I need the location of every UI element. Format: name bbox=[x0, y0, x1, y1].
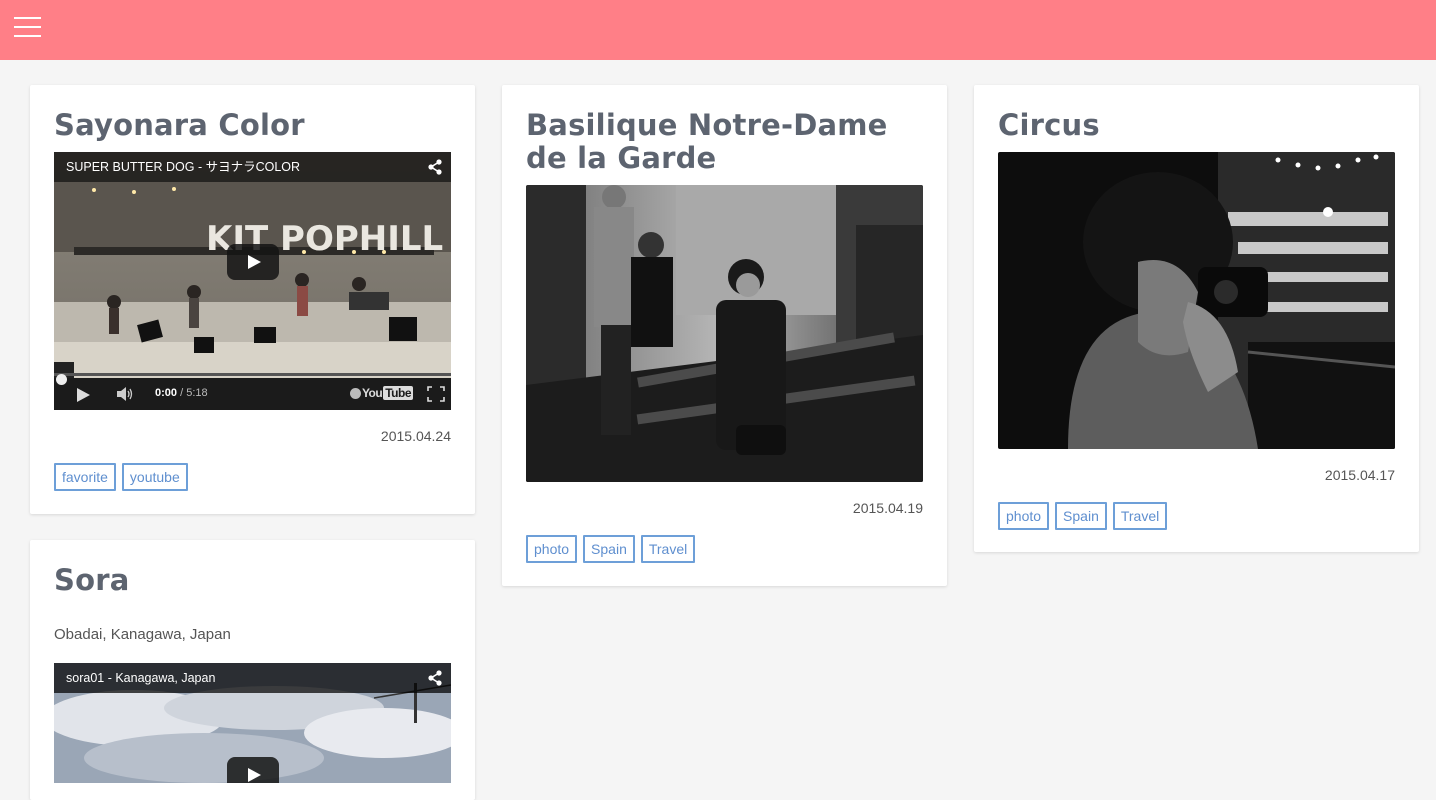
play-icon[interactable] bbox=[77, 388, 90, 402]
post-title[interactable]: Sora bbox=[54, 564, 451, 597]
play-button[interactable] bbox=[227, 244, 279, 280]
tag-spain[interactable]: Spain bbox=[583, 535, 635, 563]
time-display: 0:00 / 5:18 bbox=[155, 387, 208, 399]
tag-list: photo Spain Travel bbox=[526, 535, 923, 563]
post-date: 2015.04.19 bbox=[852, 500, 923, 516]
tag-list: favorite youtube bbox=[54, 463, 451, 491]
video-title[interactable]: SUPER BUTTER DOG - サヨナラCOLOR bbox=[54, 152, 451, 182]
video-player[interactable]: sora01 - Kanagawa, Japan bbox=[54, 663, 451, 783]
share-icon[interactable] bbox=[427, 159, 443, 175]
share-icon[interactable] bbox=[427, 670, 443, 686]
youtube-logo-icon[interactable]: You Tube bbox=[362, 386, 413, 400]
watch-later-icon[interactable] bbox=[350, 388, 361, 399]
hamburger-menu-icon[interactable] bbox=[14, 16, 42, 40]
tag-spain[interactable]: Spain bbox=[1055, 502, 1107, 530]
play-button[interactable] bbox=[227, 757, 279, 783]
post-date: 2015.04.17 bbox=[1324, 467, 1395, 483]
video-controls: 0:00 / 5:18 You Tube bbox=[54, 373, 451, 410]
tag-travel[interactable]: Travel bbox=[1112, 502, 1168, 530]
tag-travel[interactable]: Travel bbox=[640, 535, 696, 563]
video-player[interactable]: KIT POPHILL 200 SUPER BUTTER DOG - サヨナラC… bbox=[54, 152, 451, 410]
volume-icon[interactable] bbox=[116, 386, 134, 402]
post-title[interactable]: Circus bbox=[998, 109, 1395, 142]
post-title[interactable]: Basilique Notre-Dame de la Garde bbox=[526, 109, 923, 175]
tag-favorite[interactable]: favorite bbox=[54, 463, 116, 491]
tag-photo[interactable]: photo bbox=[526, 535, 578, 563]
post-card-circus: Circus 2015.04.17 photo Spain Travel bbox=[974, 85, 1419, 552]
post-title[interactable]: Sayonara Color bbox=[54, 109, 451, 142]
tag-list: photo Spain Travel bbox=[998, 502, 1395, 530]
post-card-basilique: Basilique Notre-Dame de la Garde 2015.04… bbox=[502, 85, 947, 586]
video-title[interactable]: sora01 - Kanagawa, Japan bbox=[54, 663, 451, 693]
tag-youtube[interactable]: youtube bbox=[121, 463, 188, 491]
top-bar bbox=[0, 0, 1436, 60]
tag-photo[interactable]: photo bbox=[998, 502, 1050, 530]
post-date: 2015.04.24 bbox=[380, 428, 451, 444]
scrubber-handle[interactable] bbox=[56, 374, 67, 385]
video-thumbnail: KIT POPHILL 200 bbox=[54, 152, 451, 410]
post-description: Obadai, Kanagawa, Japan bbox=[54, 626, 231, 643]
post-photo[interactable] bbox=[526, 185, 923, 482]
progress-bar[interactable] bbox=[54, 373, 451, 376]
post-photo[interactable] bbox=[998, 152, 1395, 449]
fullscreen-icon[interactable] bbox=[427, 386, 445, 402]
post-card-sayonara-color: Sayonara Color KIT POPHILL SUPER BUTTER … bbox=[30, 85, 475, 514]
post-card-sora: Sora Obadai, Kanagawa, Japan sora01 - Ka… bbox=[30, 540, 475, 800]
